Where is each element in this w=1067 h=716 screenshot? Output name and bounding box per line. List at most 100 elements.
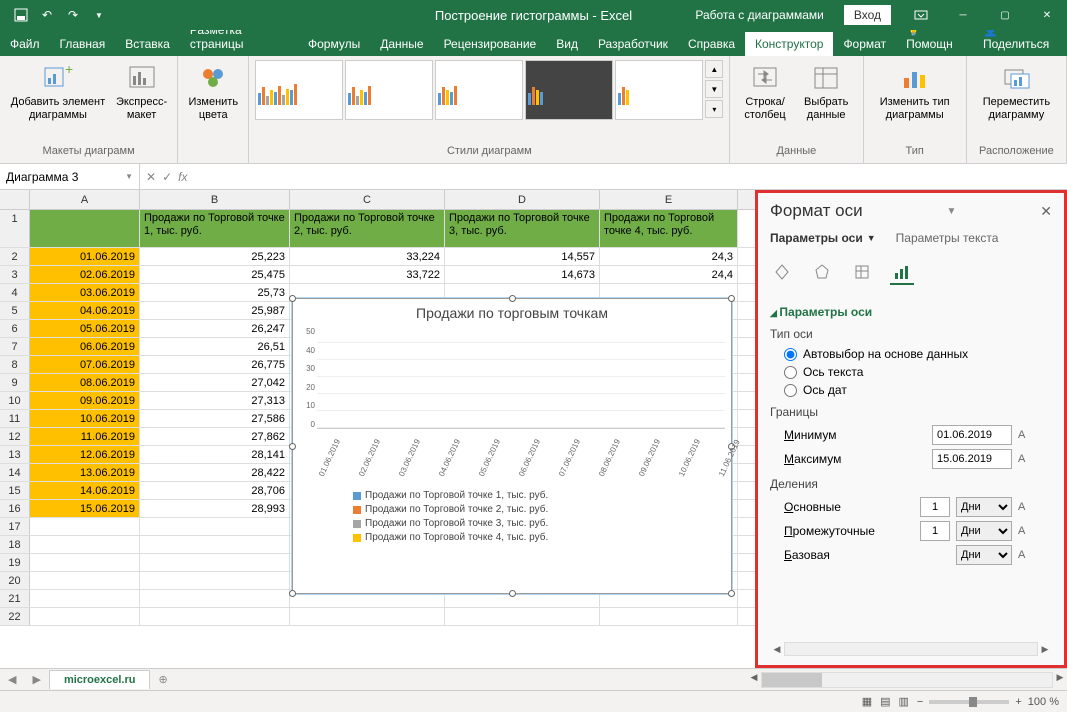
resize-handle[interactable] [728,590,735,597]
zoom-level[interactable]: 100 % [1028,696,1059,708]
col-header-B[interactable]: B [140,190,290,209]
sheet-nav-prev-icon[interactable]: ◀ [0,673,24,686]
cell[interactable]: 25,223 [140,248,290,265]
add-sheet-icon[interactable]: ⊕ [150,673,175,686]
row-header[interactable]: 3 [0,266,30,283]
select-data-button[interactable]: Выбрать данные [796,60,857,124]
save-icon[interactable] [12,6,30,24]
sheet-nav-next-icon[interactable]: ▶ [24,673,48,686]
chart-title[interactable]: Продажи по торговым точкам [293,299,731,327]
row-header[interactable]: 22 [0,608,30,625]
min-input[interactable] [932,425,1012,445]
tab-chart-format[interactable]: Формат [833,32,896,56]
chart-plot-area[interactable]: 50403020100 01.06.201902.06.201903.06.20… [293,327,731,447]
tab-developer[interactable]: Разработчик [588,32,678,56]
radio-auto[interactable] [784,348,797,361]
cell[interactable]: 24,4 [600,266,738,283]
worksheet-grid[interactable]: A B C D E 1 Продажи по Торговой точке 1,… [0,190,755,668]
formula-input[interactable] [193,164,1067,189]
view-page-layout-icon[interactable]: ▤ [880,695,890,708]
reset-minor-button[interactable]: А [1018,525,1038,537]
cell[interactable] [30,518,140,535]
row-header[interactable]: 18 [0,536,30,553]
row-header[interactable]: 2 [0,248,30,265]
change-chart-type-button[interactable]: Изменить тип диаграммы [870,60,960,124]
row-header[interactable]: 10 [0,392,30,409]
maximize-icon[interactable]: ▢ [985,0,1025,30]
cell[interactable] [140,572,290,589]
cell[interactable] [30,590,140,607]
view-page-break-icon[interactable]: ▥ [899,695,909,708]
tab-formulas[interactable]: Формулы [298,32,370,56]
resize-handle[interactable] [289,590,296,597]
cell[interactable] [30,554,140,571]
effects-icon[interactable] [810,261,834,285]
view-normal-icon[interactable]: ▦ [862,695,872,708]
cell[interactable]: 33,722 [290,266,445,283]
scroll-right-icon[interactable]: ▶ [1038,644,1052,655]
cell[interactable]: 06.06.2019 [30,338,140,355]
pane-tab-text-options[interactable]: Параметры текста [896,231,999,245]
col-header-E[interactable]: E [600,190,738,209]
tab-view[interactable]: Вид [546,32,588,56]
cell[interactable]: 28,141 [140,446,290,463]
resize-handle[interactable] [509,295,516,302]
cell[interactable]: 08.06.2019 [30,374,140,391]
cell[interactable]: 26,51 [140,338,290,355]
cell[interactable]: 26,247 [140,320,290,337]
select-all-corner[interactable] [0,190,30,209]
reset-major-button[interactable]: А [1018,501,1038,513]
zoom-out-icon[interactable]: − [917,696,923,708]
cell[interactable]: 10.06.2019 [30,410,140,427]
cell[interactable] [140,518,290,535]
gallery-down-icon[interactable]: ▼ [705,80,723,98]
row-header[interactable]: 12 [0,428,30,445]
cell[interactable] [30,572,140,589]
cell[interactable] [140,590,290,607]
radio-text-axis[interactable] [784,366,797,379]
chart-legend[interactable]: Продажи по Торговой точке 1, тыс. руб.Пр… [293,447,731,552]
cell[interactable] [140,536,290,553]
cell[interactable]: 05.06.2019 [30,320,140,337]
row-header[interactable]: 15 [0,482,30,499]
zoom-slider[interactable] [929,700,1009,704]
cell[interactable]: 07.06.2019 [30,356,140,373]
row-header[interactable]: 1 [0,210,30,247]
pane-tab-axis-options[interactable]: Параметры оси ▼ [770,231,876,245]
gallery-more-icon[interactable]: ▾ [705,100,723,118]
cell[interactable]: 28,422 [140,464,290,481]
quick-layout-button[interactable]: Экспресс-макет [112,60,171,124]
cell[interactable]: 33,224 [290,248,445,265]
cell[interactable]: 25,475 [140,266,290,283]
row-header[interactable]: 8 [0,356,30,373]
tab-home[interactable]: Главная [50,32,116,56]
cell[interactable]: 12.06.2019 [30,446,140,463]
ribbon-options-icon[interactable] [901,0,941,30]
resize-handle[interactable] [728,295,735,302]
close-pane-icon[interactable]: ✕ [1040,203,1052,220]
cell[interactable]: 28,706 [140,482,290,499]
chart-style-5[interactable] [615,60,703,120]
tab-insert[interactable]: Вставка [115,32,180,56]
cell[interactable] [600,608,738,625]
hscroll-track[interactable] [761,672,1053,688]
tab-chart-design[interactable]: Конструктор [745,32,833,56]
chart-style-3[interactable] [435,60,523,120]
row-header[interactable]: 19 [0,554,30,571]
pane-dropdown-icon[interactable]: ▼ [946,206,956,217]
enter-formula-icon[interactable]: ✓ [162,170,172,184]
undo-icon[interactable]: ↶ [38,6,56,24]
chart-style-4[interactable] [525,60,613,120]
base-unit-select[interactable]: Дни [956,545,1012,565]
hscroll-left-icon[interactable]: ◀ [747,672,761,688]
tab-review[interactable]: Рецензирование [434,32,547,56]
cell[interactable] [140,608,290,625]
signin-button[interactable]: Вход [844,5,891,25]
reset-max-button[interactable]: А [1018,453,1038,465]
reset-min-button[interactable]: А [1018,429,1038,441]
col-header-A[interactable]: A [30,190,140,209]
zoom-in-icon[interactable]: + [1015,696,1021,708]
chart-style-1[interactable] [255,60,343,120]
close-icon[interactable]: ✕ [1027,0,1067,30]
cell[interactable]: 04.06.2019 [30,302,140,319]
